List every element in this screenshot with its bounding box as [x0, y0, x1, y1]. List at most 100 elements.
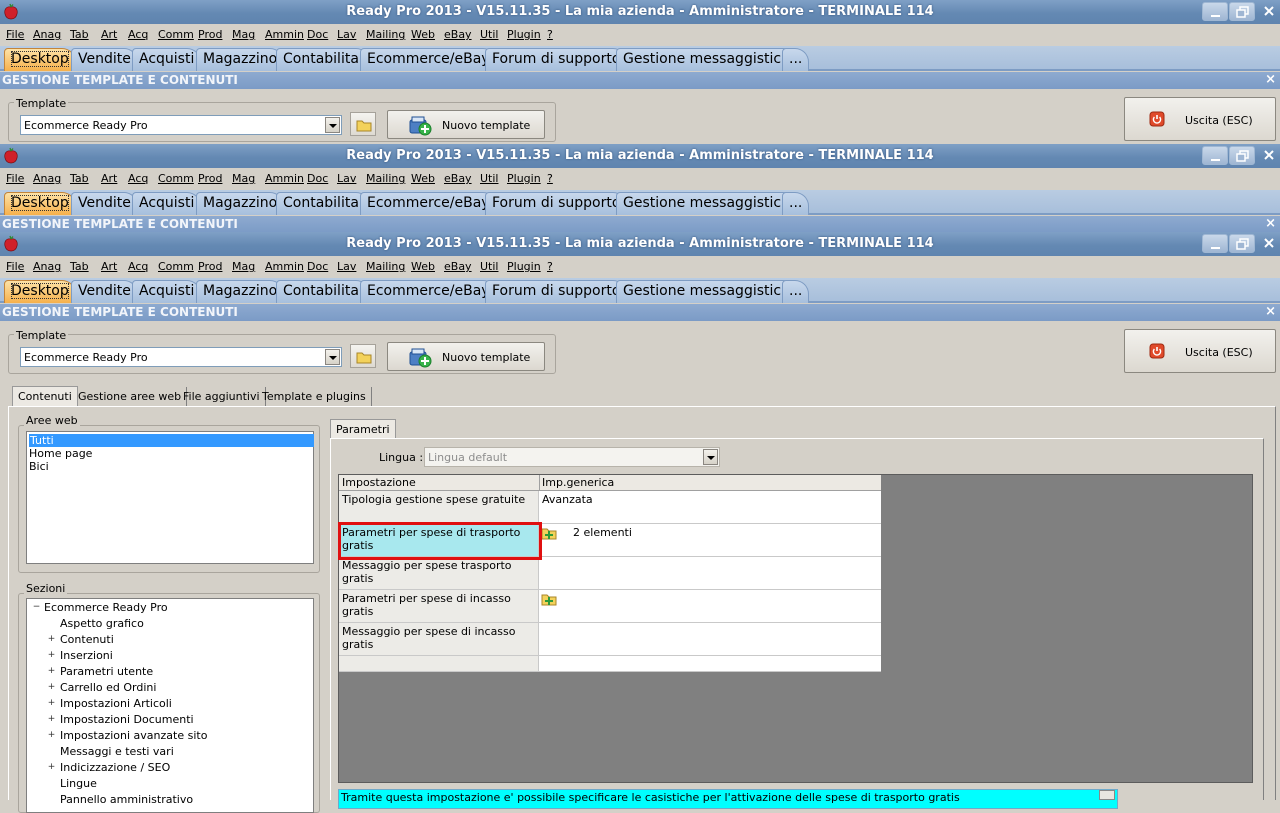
expand-icon[interactable]: +: [47, 731, 56, 741]
template-combo-ghost[interactable]: Ecommerce Ready Pro: [20, 115, 342, 135]
menu-item-mailing[interactable]: Mailing: [366, 260, 405, 273]
tab-gestionemessaggistica[interactable]: Gestione messaggistica: [616, 192, 797, 215]
menu-item-lav[interactable]: Lav: [337, 260, 356, 273]
grid-cell-setting[interactable]: Messaggio per spese trasporto gratis: [339, 557, 539, 589]
tree-item[interactable]: Messaggi e testi vari: [60, 745, 174, 758]
restore-button[interactable]: [1229, 234, 1255, 253]
new-template-button[interactable]: Nuovo template: [387, 342, 545, 371]
menu-item-file[interactable]: File: [6, 28, 24, 41]
tab-contabilita[interactable]: Contabilita': [276, 48, 370, 71]
menu-item-web[interactable]: Web: [411, 28, 435, 41]
tree-item[interactable]: Carrello ed Ordini: [60, 681, 156, 694]
tab-acquisti[interactable]: Acquisti: [132, 192, 202, 215]
tab-ecommerceebay[interactable]: Ecommerce/eBay: [360, 280, 497, 303]
tab-ecommerceebay[interactable]: Ecommerce/eBay: [360, 192, 497, 215]
col-imp-generica[interactable]: Imp.generica: [542, 476, 614, 489]
menu-item-prod[interactable]: Prod: [198, 28, 222, 41]
aree-web-list[interactable]: Tutti Home page Bici: [26, 431, 314, 564]
minimize-button[interactable]: [1202, 146, 1228, 165]
table-row[interactable]: Parametri per spese di incasso gratis: [339, 590, 881, 623]
minimize-button[interactable]: [1202, 2, 1228, 21]
tab-more[interactable]: ...: [782, 48, 810, 71]
sezioni-tree[interactable]: − Ecommerce Ready Pro Aspetto grafico + Co…: [26, 598, 314, 813]
menu-item-comm[interactable]: Comm: [158, 172, 194, 185]
list-item-tutti[interactable]: Tutti: [29, 434, 314, 447]
tree-item[interactable]: Indicizzazione / SEO: [60, 761, 170, 774]
menu-item-mag[interactable]: Mag: [232, 28, 255, 41]
tab-vendite[interactable]: Vendite: [71, 48, 138, 71]
open-template-button-ghost[interactable]: [350, 112, 376, 136]
table-row[interactable]: Messaggio per spese di incasso gratis: [339, 623, 881, 656]
tree-root[interactable]: Ecommerce Ready Pro: [44, 601, 168, 614]
menu-item-ebay[interactable]: eBay: [444, 260, 472, 273]
menu-item-ammin[interactable]: Ammin: [265, 28, 304, 41]
info-scroll-up[interactable]: [1099, 790, 1115, 800]
table-row[interactable]: Tipologia gestione spese gratuite Avanza…: [339, 491, 881, 524]
menu-item-ammin[interactable]: Ammin: [265, 260, 304, 273]
open-template-button[interactable]: [350, 344, 376, 368]
menu-item-util[interactable]: Util: [480, 28, 498, 41]
menu-item-art[interactable]: Art: [101, 172, 117, 185]
menu-item-help[interactable]: ?: [547, 260, 553, 273]
table-row[interactable]: Messaggio per spese trasporto gratis: [339, 557, 881, 590]
title-bar[interactable]: Ready Pro 2013 - V15.11.35 - La mia azie…: [0, 144, 1280, 168]
exit-button[interactable]: Uscita (ESC): [1124, 329, 1276, 373]
tab-magazzino[interactable]: Magazzino: [196, 280, 285, 303]
tab-more[interactable]: ...: [782, 280, 810, 303]
menu-item-file[interactable]: File: [6, 172, 24, 185]
menu-item-art[interactable]: Art: [101, 260, 117, 273]
menu-item-util[interactable]: Util: [480, 172, 498, 185]
dropdown-arrow-icon[interactable]: [703, 449, 718, 465]
menu-item-acq[interactable]: Acq: [128, 260, 148, 273]
tab-acquisti[interactable]: Acquisti: [132, 48, 202, 71]
tab-forumdisupporto[interactable]: Forum di supporto: [485, 280, 628, 303]
menu-item-tab[interactable]: Tab: [70, 172, 89, 185]
tab-magazzino[interactable]: Magazzino: [196, 192, 285, 215]
tab-desktop[interactable]: Desktop: [4, 280, 76, 303]
close-button[interactable]: [1256, 2, 1280, 21]
menu-item-mailing[interactable]: Mailing: [366, 172, 405, 185]
menu-item-anag[interactable]: Anag: [33, 28, 61, 41]
close-section-icon[interactable]: ×: [1265, 72, 1276, 87]
menu-item-doc[interactable]: Doc: [307, 260, 328, 273]
restore-button[interactable]: [1229, 2, 1255, 21]
menu-item-lav[interactable]: Lav: [337, 28, 356, 41]
menu-item-prod[interactable]: Prod: [198, 172, 222, 185]
tab-magazzino[interactable]: Magazzino: [196, 48, 285, 71]
menu-item-ebay[interactable]: eBay: [444, 172, 472, 185]
menu-item-plugin[interactable]: Plugin: [507, 260, 541, 273]
dropdown-arrow-icon[interactable]: [325, 349, 340, 365]
tree-item[interactable]: Aspetto grafico: [60, 617, 144, 630]
tab-gestionemessaggistica[interactable]: Gestione messaggistica: [616, 280, 797, 303]
tree-item[interactable]: Impostazioni Articoli: [60, 697, 172, 710]
tab-vendite[interactable]: Vendite: [71, 192, 138, 215]
tab-gestionemessaggistica[interactable]: Gestione messaggistica: [616, 48, 797, 71]
grid-cell-setting[interactable]: Messaggio per spese di incasso gratis: [339, 623, 539, 655]
tab-desktop[interactable]: Desktop: [4, 192, 76, 215]
grid-cell-value-cell[interactable]: [539, 623, 881, 655]
edit-folder-icon[interactable]: [541, 591, 557, 607]
menu-item-help[interactable]: ?: [547, 172, 553, 185]
tab-parametri[interactable]: Parametri: [330, 419, 396, 439]
expand-icon[interactable]: +: [47, 651, 56, 661]
menu-item-util[interactable]: Util: [480, 260, 498, 273]
tab-gestione-aree-web[interactable]: Gestione aree web: [73, 387, 188, 407]
grid-cell-setting[interactable]: Tipologia gestione spese gratuite: [339, 491, 539, 523]
title-bar[interactable]: Ready Pro 2013 - V15.11.35 - La mia azie…: [0, 232, 1280, 256]
tree-item[interactable]: Parametri utente: [60, 665, 153, 678]
tab-contabilita[interactable]: Contabilita': [276, 280, 370, 303]
list-item-home-page[interactable]: Home page: [29, 447, 92, 460]
tab-file-aggiuntivi[interactable]: File aggiuntivi: [178, 387, 266, 407]
col-impostazione[interactable]: Impostazione: [342, 476, 416, 489]
menu-item-plugin[interactable]: Plugin: [507, 28, 541, 41]
new-template-button-ghost[interactable]: Nuovo template: [387, 110, 545, 139]
tab-forumdisupporto[interactable]: Forum di supporto: [485, 192, 628, 215]
tree-item[interactable]: Contenuti: [60, 633, 114, 646]
list-item-bici[interactable]: Bici: [29, 460, 49, 473]
menu-item-web[interactable]: Web: [411, 260, 435, 273]
exit-button-ghost[interactable]: Uscita (ESC): [1124, 97, 1276, 141]
menu-item-comm[interactable]: Comm: [158, 28, 194, 41]
menu-item-acq[interactable]: Acq: [128, 172, 148, 185]
expand-icon[interactable]: +: [47, 683, 56, 693]
tree-item[interactable]: Lingue: [60, 777, 97, 790]
